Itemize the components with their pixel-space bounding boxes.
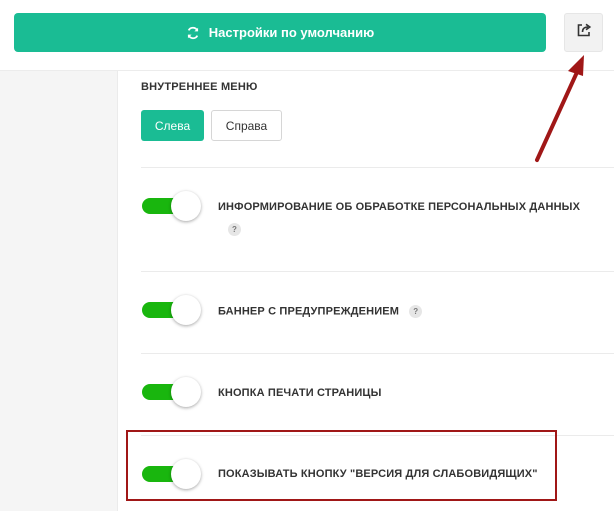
help-icon[interactable]: ? — [409, 305, 423, 318]
print-button-toggle[interactable] — [142, 377, 201, 407]
toggle-knob — [171, 295, 201, 325]
top-toolbar: Настройки по умолчанию — [0, 0, 614, 71]
warning-banner-row: БАННЕР С ПРЕДУПРЕЖДЕНИЕМ ? — [218, 305, 423, 318]
share-icon — [576, 22, 592, 43]
help-icon[interactable]: ? — [228, 223, 241, 236]
share-button[interactable] — [564, 13, 603, 52]
toggle-knob — [171, 377, 201, 407]
print-button-label: КНОПКА ПЕЧАТИ СТРАНИЦЫ — [218, 387, 382, 399]
divider — [141, 167, 614, 168]
warning-banner-toggle[interactable] — [142, 295, 201, 325]
inner-menu-title: ВНУТРЕННЕЕ МЕНЮ — [141, 81, 258, 93]
left-sidebar — [0, 71, 118, 511]
personal-data-toggle[interactable] — [142, 191, 201, 221]
divider — [141, 271, 614, 272]
annotation-highlight-box — [126, 430, 557, 501]
refresh-icon — [186, 26, 200, 40]
reset-defaults-button[interactable]: Настройки по умолчанию — [14, 13, 546, 52]
menu-position-left-button[interactable]: Слева — [141, 110, 204, 141]
warning-banner-label: БАННЕР С ПРЕДУПРЕЖДЕНИЕМ — [218, 305, 400, 318]
menu-position-right-button[interactable]: Справа — [211, 110, 282, 141]
personal-data-label: ИНФОРМИРОВАНИЕ ОБ ОБРАБОТКЕ ПЕРСОНАЛЬНЫХ… — [218, 201, 581, 213]
toggle-knob — [171, 191, 201, 221]
reset-defaults-label: Настройки по умолчанию — [208, 25, 375, 40]
divider — [141, 353, 614, 354]
